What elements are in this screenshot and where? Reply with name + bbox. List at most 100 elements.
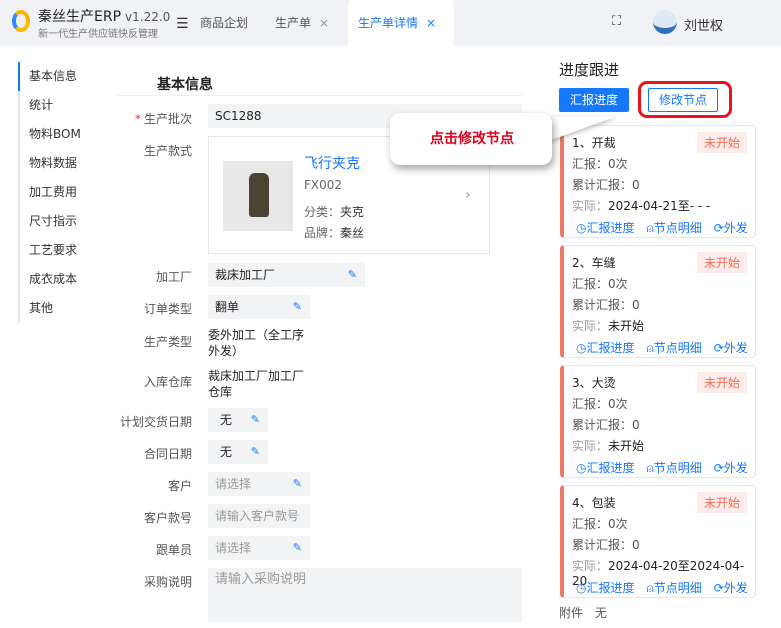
nav-basic-info[interactable]: 基本信息 — [18, 62, 81, 91]
node-report-link[interactable]: ◷汇报进度 — [576, 579, 635, 596]
nav-processing-fee[interactable]: 加工费用 — [20, 178, 81, 207]
order-type-field[interactable]: 翻单 ✎ — [208, 295, 310, 319]
app-title: 秦丝生产ERP v1.22.0 — [38, 9, 171, 25]
section-title: 基本信息 — [157, 77, 213, 93]
detail-icon: ⍝ — [646, 461, 654, 475]
order-type-label: 订单类型 — [143, 302, 192, 316]
node-actions: ◷汇报进度 ⍝节点明细 ⟳外发 — [576, 579, 748, 596]
node-detail-link[interactable]: ⍝节点明细 — [647, 579, 702, 596]
node-actions: ◷汇报进度 ⍝节点明细 ⟳外发 — [576, 219, 748, 236]
edit-icon: ✎ — [347, 268, 357, 281]
tab-production-order-detail[interactable]: 生产单详情 × — [348, 0, 454, 46]
node-actions: ◷汇报进度 ⍝节点明细 ⟳外发 — [576, 339, 748, 356]
follower-label: 跟单员 — [155, 543, 192, 557]
node-name: 3、大烫 — [572, 376, 616, 390]
node-name: 2、车缝 — [572, 256, 616, 270]
node-actions: ◷汇报进度 ⍝节点明细 ⟳外发 — [576, 459, 748, 476]
node-outsource-link[interactable]: ⟳外发 — [714, 579, 748, 596]
node-detail-link[interactable]: ⍝节点明细 — [647, 459, 702, 476]
header: 秦丝生产ERP v1.22.0 新一代生产供应链快反管理 ☰ 商品企划 生产单 × … — [0, 0, 781, 46]
node-detail-link[interactable]: ⍝节点明细 — [647, 339, 702, 356]
contract-label: 合同日期 — [143, 447, 192, 461]
style-brand: 品牌：秦丝 — [304, 226, 365, 240]
warehouse-label: 入库仓库 — [143, 375, 192, 389]
chevron-right-icon[interactable]: › — [465, 187, 471, 203]
node-report-link[interactable]: ◷汇报进度 — [576, 459, 635, 476]
close-icon[interactable]: × — [319, 16, 329, 30]
purchase-label: 采购说明 — [143, 575, 192, 589]
prod-type-label: 生产类型 — [143, 335, 192, 349]
warehouse-value: 裁床加工厂加工厂仓库 — [208, 369, 305, 399]
node-actual: 实际：未开始 — [572, 439, 645, 453]
purchase-textarea[interactable]: 请输入采购说明 — [208, 568, 522, 622]
status-badge: 未开始 — [696, 132, 747, 153]
customer-label: 客户 — [167, 479, 192, 493]
nav-bom[interactable]: 物料BOM — [20, 120, 81, 149]
style-name-link[interactable]: 飞行夹克 — [304, 153, 360, 173]
node-report: 汇报：0次 — [572, 397, 628, 411]
tab-product-plan[interactable]: 商品企划 — [190, 0, 258, 46]
edit-icon: ✎ — [250, 445, 260, 458]
outsource-icon: ⟳ — [713, 221, 724, 235]
factory-field[interactable]: 裁床加工厂 ✎ — [208, 263, 365, 287]
node-report: 汇报：0次 — [572, 157, 628, 171]
app-subtitle: 新一代生产供应链快反管理 — [38, 29, 158, 40]
contract-field[interactable]: 无 ✎ — [208, 440, 268, 464]
attachment: 附件无 — [559, 606, 608, 620]
style-code: FX002 — [304, 178, 343, 192]
detail-icon: ⍝ — [646, 221, 654, 235]
edit-icon: ✎ — [250, 413, 260, 426]
style-category: 分类：夹克 — [304, 205, 365, 219]
node-report: 汇报：0次 — [572, 517, 628, 531]
outsource-icon: ⟳ — [713, 461, 724, 475]
follower-select[interactable]: 请选择 ✎ — [208, 536, 310, 560]
factory-label: 加工厂 — [155, 270, 192, 284]
nav-size-spec[interactable]: 尺寸指示 — [20, 207, 81, 236]
clock-icon: ◷ — [576, 581, 587, 595]
collapse-menu-icon[interactable]: ☰ — [176, 16, 189, 32]
product-image — [223, 161, 293, 231]
node-total: 累计汇报：0 — [572, 538, 640, 552]
nav-cost[interactable]: 成衣成本 — [20, 265, 81, 294]
tooltip: 点击修改节点 — [390, 113, 552, 165]
status-badge: 未开始 — [696, 372, 747, 393]
delivery-label: 计划交货日期 — [119, 415, 192, 429]
status-badge: 未开始 — [696, 252, 747, 273]
progress-title: 进度跟进 — [559, 61, 620, 79]
prod-type-value: 委外加工（全工序外发） — [208, 328, 305, 358]
avatar[interactable] — [653, 10, 677, 34]
logo-icon — [12, 10, 30, 32]
node-total: 累计汇报：0 — [572, 418, 640, 432]
edit-icon: ✎ — [292, 300, 302, 313]
nav-stats[interactable]: 统计 — [20, 91, 81, 120]
detail-icon: ⍝ — [646, 341, 654, 355]
highlight-ring — [638, 81, 732, 118]
delivery-field[interactable]: 无 ✎ — [208, 408, 268, 432]
progress-node: 4、包装 未开始 汇报：0次 累计汇报：0 实际：2024-04-20至2024… — [560, 485, 756, 598]
node-report: 汇报：0次 — [572, 277, 628, 291]
node-report-link[interactable]: ◷汇报进度 — [576, 339, 635, 356]
progress-node: 2、车缝 未开始 汇报：0次 累计汇报：0 实际：未开始 ◷汇报进度 ⍝节点明细… — [560, 245, 756, 358]
node-actual: 实际：2024-04-21至- - - — [572, 199, 711, 213]
detail-icon: ⍝ — [646, 581, 654, 595]
status-badge: 未开始 — [696, 492, 747, 513]
tab-production-order[interactable]: 生产单 × — [265, 0, 339, 46]
fullscreen-icon[interactable]: ⛶ — [612, 14, 621, 29]
close-icon[interactable]: × — [426, 16, 436, 30]
style-label: 生产款式 — [143, 144, 192, 158]
customer-select[interactable]: 请选择 ✎ — [208, 472, 310, 496]
nav-craft[interactable]: 工艺要求 — [20, 236, 81, 265]
user-name[interactable]: 刘世权 — [684, 15, 723, 34]
nav-material-data[interactable]: 物料数据 — [20, 149, 81, 178]
edit-icon: ✎ — [292, 477, 302, 490]
node-detail-link[interactable]: ⍝节点明细 — [647, 219, 702, 236]
nav-other[interactable]: 其他 — [20, 294, 81, 323]
clock-icon: ◷ — [576, 461, 587, 475]
cust-no-input[interactable]: 请输入客户款号 — [208, 504, 310, 528]
node-name: 1、开裁 — [572, 136, 616, 150]
node-outsource-link[interactable]: ⟳外发 — [714, 339, 748, 356]
node-outsource-link[interactable]: ⟳外发 — [714, 219, 748, 236]
node-outsource-link[interactable]: ⟳外发 — [714, 459, 748, 476]
clock-icon: ◷ — [576, 221, 587, 235]
node-report-link[interactable]: ◷汇报进度 — [576, 219, 635, 236]
